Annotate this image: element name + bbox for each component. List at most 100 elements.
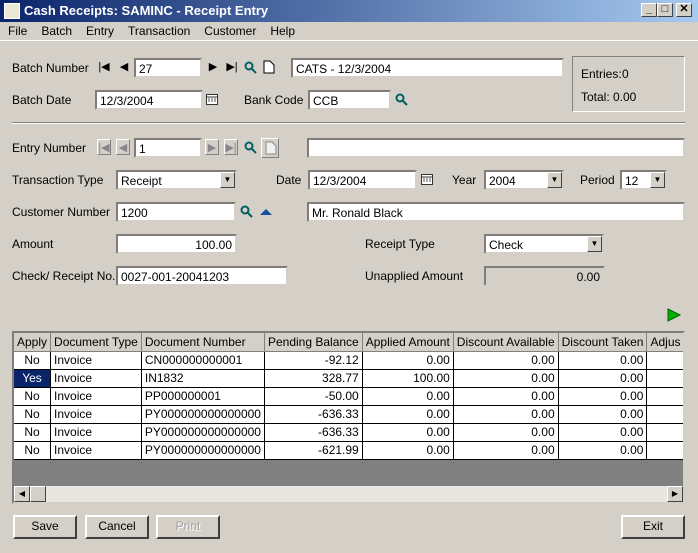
applied-amount-cell[interactable]: 100.00 bbox=[362, 369, 454, 388]
discount-taken-cell[interactable]: 0.00 bbox=[558, 369, 648, 388]
transaction-type-select[interactable]: Receipt ▼ bbox=[116, 170, 237, 190]
batch-description-input[interactable]: CATS - 12/3/2004 bbox=[291, 58, 564, 78]
menu-customer[interactable]: Customer bbox=[196, 22, 262, 38]
menu-entry[interactable]: Entry bbox=[78, 22, 120, 38]
apply-cell[interactable]: No bbox=[14, 423, 52, 442]
apply-cell[interactable]: Yes bbox=[14, 369, 52, 388]
batch-date-input[interactable]: 12/3/2004 bbox=[95, 90, 203, 110]
entry-date-input[interactable]: 12/3/2004 bbox=[308, 170, 417, 190]
maximize-icon[interactable]: □ bbox=[657, 3, 673, 17]
bank-code-label: Bank Code bbox=[244, 93, 304, 107]
next-batch-icon[interactable]: ▶ bbox=[206, 59, 220, 75]
table-row[interactable]: No Invoice PP000000001 -50.00 0.00 0.00 … bbox=[14, 387, 683, 406]
table-row[interactable]: No Invoice PY000000000000000 -621.99 0.0… bbox=[14, 441, 683, 460]
apply-cell[interactable]: No bbox=[14, 351, 52, 370]
apply-cell[interactable]: No bbox=[14, 405, 52, 424]
horizontal-scrollbar[interactable]: ◀ ▶ bbox=[14, 486, 683, 502]
year-select[interactable]: 2004 ▼ bbox=[484, 170, 564, 190]
unapplied-amount-label: Unapplied Amount bbox=[365, 269, 464, 283]
close-icon[interactable]: ✕ bbox=[676, 3, 692, 17]
column-header[interactable]: Discount Taken bbox=[558, 333, 648, 352]
batch-finder-icon[interactable] bbox=[244, 61, 258, 75]
cancel-button[interactable]: Cancel bbox=[85, 515, 149, 539]
bank-finder-icon[interactable] bbox=[395, 93, 409, 107]
minimize-icon[interactable]: _ bbox=[641, 3, 657, 17]
first-entry-icon[interactable]: |◀ bbox=[97, 139, 111, 155]
customer-number-label: Customer Number bbox=[12, 205, 111, 219]
chevron-down-icon[interactable]: ▼ bbox=[650, 172, 665, 188]
entry-calendar-icon[interactable] bbox=[421, 174, 433, 185]
discount-taken-cell[interactable]: 0.00 bbox=[558, 423, 648, 442]
menu-batch[interactable]: Batch bbox=[33, 22, 78, 38]
applied-amount-cell[interactable]: 0.00 bbox=[362, 405, 454, 424]
receipt-type-select[interactable]: Check ▼ bbox=[484, 234, 604, 254]
column-header[interactable]: Discount Available bbox=[453, 333, 559, 352]
apply-cell[interactable]: No bbox=[14, 387, 52, 406]
table-row[interactable]: No Invoice CN000000000001 -92.12 0.00 0.… bbox=[14, 351, 683, 370]
apply-cell[interactable]: No bbox=[14, 441, 52, 460]
menu-bar: File Batch Entry Transaction Customer Help bbox=[0, 22, 698, 41]
exit-button[interactable]: Exit bbox=[621, 515, 685, 539]
scroll-right-icon[interactable]: ▶ bbox=[667, 486, 683, 502]
column-header[interactable]: Apply bbox=[14, 333, 52, 352]
entry-description-input[interactable] bbox=[307, 138, 685, 158]
entry-finder-icon[interactable] bbox=[244, 141, 258, 155]
zoom-up-icon[interactable] bbox=[259, 207, 273, 217]
total-label: Total: bbox=[581, 90, 610, 104]
new-batch-icon[interactable] bbox=[263, 60, 275, 74]
new-entry-button[interactable] bbox=[261, 138, 279, 158]
chevron-down-icon[interactable]: ▼ bbox=[220, 172, 235, 188]
period-select[interactable]: 12 ▼ bbox=[620, 170, 667, 190]
amount-input[interactable]: 100.00 bbox=[116, 234, 237, 254]
applied-amount-cell[interactable]: 0.00 bbox=[362, 423, 454, 442]
last-entry-icon[interactable]: ▶| bbox=[224, 139, 238, 155]
applied-amount-cell[interactable]: 0.00 bbox=[362, 441, 454, 460]
document-number-cell: CN000000000001 bbox=[141, 351, 265, 370]
save-button[interactable]: Save bbox=[13, 515, 77, 539]
document-grid[interactable]: Apply Document Type Document Number Pend… bbox=[12, 331, 685, 504]
batch-number-input[interactable]: 27 bbox=[134, 58, 202, 78]
column-header[interactable]: Document Type bbox=[50, 333, 142, 352]
batch-date-label: Batch Date bbox=[12, 93, 72, 107]
first-batch-icon[interactable]: |◀ bbox=[97, 59, 111, 75]
last-batch-icon[interactable]: ▶| bbox=[225, 59, 239, 75]
applied-amount-cell[interactable]: 0.00 bbox=[362, 351, 454, 370]
pending-balance-cell: -92.12 bbox=[264, 351, 363, 370]
discount-taken-cell[interactable]: 0.00 bbox=[558, 351, 648, 370]
customer-number-input[interactable]: 1200 bbox=[116, 202, 236, 222]
play-arrow-icon[interactable] bbox=[666, 307, 682, 323]
scroll-left-icon[interactable]: ◀ bbox=[14, 486, 30, 502]
title-bar: Cash Receipts: SAMINC - Receipt Entry _ … bbox=[0, 0, 698, 22]
scroll-thumb[interactable] bbox=[30, 486, 46, 502]
discount-available-cell: 0.00 bbox=[453, 369, 559, 388]
chevron-down-icon[interactable]: ▼ bbox=[587, 236, 602, 252]
document-type-cell: Invoice bbox=[50, 405, 142, 424]
chevron-down-icon[interactable]: ▼ bbox=[547, 172, 562, 188]
discount-taken-cell[interactable]: 0.00 bbox=[558, 441, 648, 460]
table-row[interactable]: No Invoice PY000000000000000 -636.33 0.0… bbox=[14, 405, 683, 424]
check-receipt-input[interactable]: 0027-001-20041203 bbox=[116, 266, 288, 286]
table-row[interactable]: No Invoice PY000000000000000 -636.33 0.0… bbox=[14, 423, 683, 442]
discount-taken-cell[interactable]: 0.00 bbox=[558, 387, 648, 406]
print-button[interactable]: Print bbox=[156, 515, 220, 539]
previous-batch-icon[interactable]: ◀ bbox=[117, 59, 131, 75]
discount-taken-cell[interactable]: 0.00 bbox=[558, 405, 648, 424]
entry-number-input[interactable]: 1 bbox=[134, 138, 202, 158]
document-number-cell: PY000000000000000 bbox=[141, 405, 265, 424]
menu-file[interactable]: File bbox=[0, 22, 33, 38]
table-row[interactable]: Yes Invoice IN1832 328.77 100.00 0.00 0.… bbox=[14, 369, 683, 388]
calendar-icon[interactable] bbox=[206, 94, 218, 105]
previous-entry-icon[interactable]: ◀ bbox=[116, 139, 130, 155]
next-entry-icon[interactable]: ▶ bbox=[205, 139, 219, 155]
menu-transaction[interactable]: Transaction bbox=[120, 22, 196, 38]
bank-code-input[interactable]: CCB bbox=[308, 90, 391, 110]
column-header[interactable]: Document Number bbox=[141, 333, 265, 352]
menu-help[interactable]: Help bbox=[262, 22, 301, 38]
column-header[interactable]: Adjus bbox=[646, 333, 683, 352]
applied-amount-cell[interactable]: 0.00 bbox=[362, 387, 454, 406]
column-header[interactable]: Pending Balance bbox=[264, 333, 363, 352]
column-header[interactable]: Applied Amount bbox=[362, 333, 454, 352]
customer-finder-icon[interactable] bbox=[240, 205, 254, 219]
pending-balance-cell: -621.99 bbox=[264, 441, 363, 460]
document-type-cell: Invoice bbox=[50, 387, 142, 406]
